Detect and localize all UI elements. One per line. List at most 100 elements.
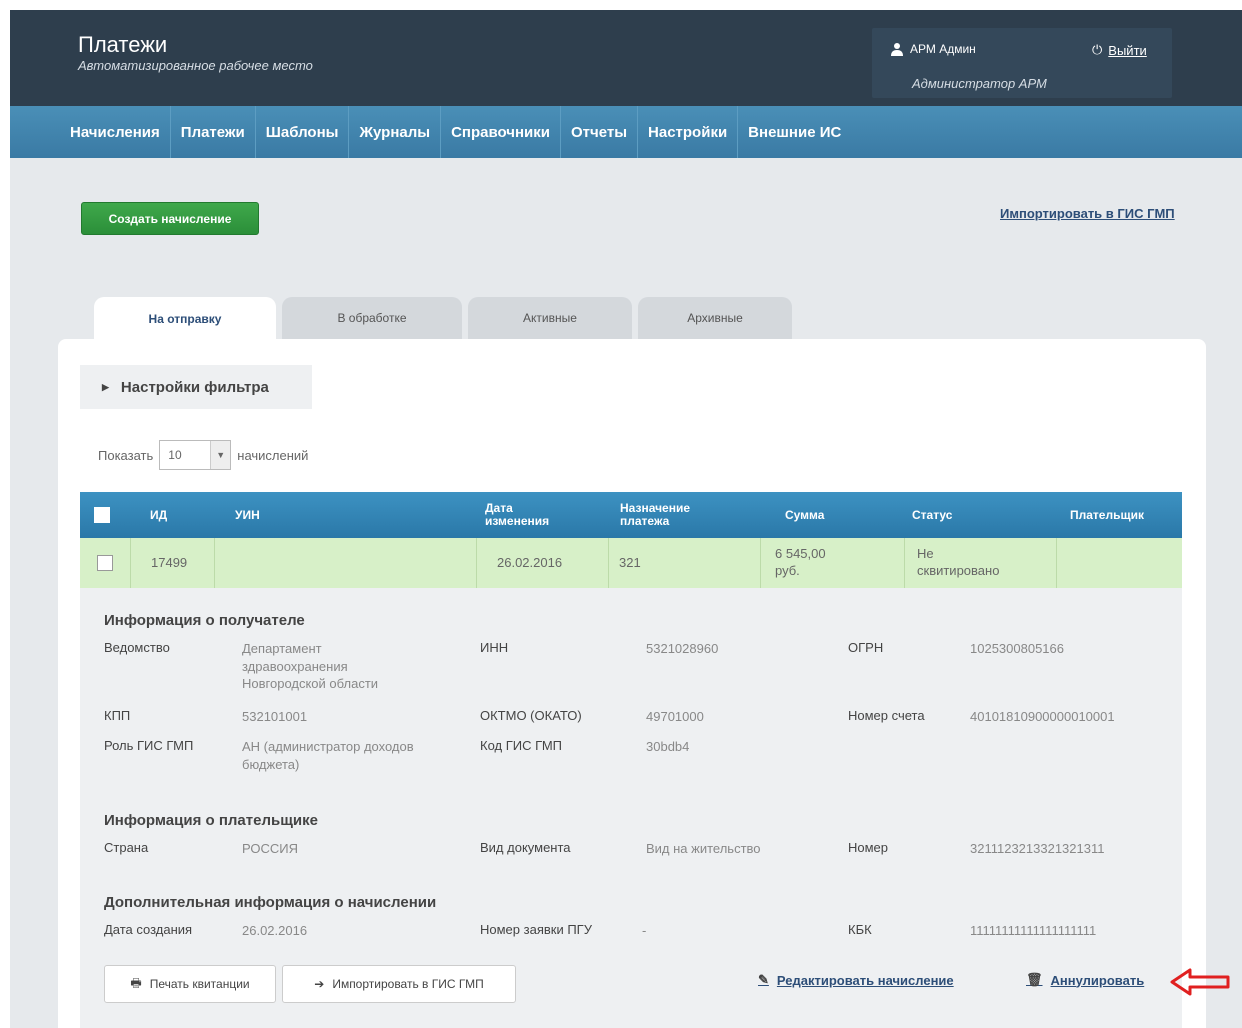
inn-label: ИНН bbox=[480, 640, 509, 655]
kpp-label: КПП bbox=[104, 708, 131, 723]
menu-item-payments[interactable]: Платежи bbox=[171, 106, 256, 158]
page-size-row: Показать 10 ▼ начислений bbox=[98, 440, 308, 470]
menu-item-directories[interactable]: Справочники bbox=[441, 106, 561, 158]
tab-to-send[interactable]: На отправку bbox=[94, 297, 276, 341]
code-value: 30bdb4 bbox=[646, 739, 690, 754]
account-label: Номер счета bbox=[848, 708, 925, 723]
app-title: Платежи bbox=[78, 32, 168, 57]
menu-item-reports[interactable]: Отчеты bbox=[561, 106, 639, 158]
page-size-value: 10 bbox=[168, 448, 182, 462]
user-icon bbox=[891, 43, 903, 56]
cell-status: Не сквитировано bbox=[904, 538, 1056, 588]
printer-icon: 🖶 bbox=[130, 975, 142, 990]
recipient-section-title: Информация о получателе bbox=[104, 612, 305, 629]
app-subtitle: Автоматизированное рабочее место bbox=[78, 58, 313, 73]
select-all-cell bbox=[94, 492, 110, 538]
power-icon: ⏻ bbox=[1092, 42, 1103, 57]
import-gis-link[interactable]: Импортировать в ГИС ГМП bbox=[1000, 206, 1175, 221]
menu-item-templates[interactable]: Шаблоны bbox=[256, 106, 350, 158]
extra-section-title: Дополнительная информация о начислении bbox=[104, 894, 437, 911]
filter-settings-toggle[interactable]: ▶ Настройки фильтра bbox=[80, 365, 312, 409]
select-all-checkbox[interactable] bbox=[94, 507, 110, 523]
column-header-id[interactable]: ИД bbox=[150, 492, 167, 538]
user-role: Администратор АРМ bbox=[912, 76, 1047, 91]
column-header-amount[interactable]: Сумма bbox=[785, 492, 824, 538]
cell-uin bbox=[214, 538, 476, 588]
oktmo-label: ОКТМО (ОКАТО) bbox=[480, 708, 582, 723]
create-accrual-button[interactable]: Создать начисление bbox=[81, 202, 259, 235]
doctype-value: Вид на жительство bbox=[646, 841, 761, 856]
role-label: Роль ГИС ГМП bbox=[104, 738, 194, 753]
inn-value: 5321028960 bbox=[646, 641, 719, 656]
ogrn-label: ОГРН bbox=[848, 640, 884, 655]
triangle-right-icon: ▶ bbox=[102, 381, 109, 392]
user-panel: АРМ Админ Администратор АРМ ⏻ Выйти bbox=[872, 28, 1172, 98]
app-header: Платежи Автоматизированное рабочее место… bbox=[10, 10, 1242, 106]
tab-active[interactable]: Активные bbox=[468, 297, 632, 339]
number-label: Номер bbox=[848, 840, 889, 855]
cell-purpose: 321 bbox=[608, 538, 760, 588]
red-arrow-icon bbox=[1170, 968, 1230, 996]
dept-label: Ведомство bbox=[104, 640, 170, 655]
main-menu: Начисления Платежи Шаблоны Журналы Справ… bbox=[10, 106, 1242, 158]
table-header: ИД УИН Дата изменения Назначение платежа… bbox=[80, 492, 1182, 538]
row-checkbox-cell bbox=[80, 538, 130, 588]
menu-item-accruals[interactable]: Начисления bbox=[60, 106, 171, 158]
cell-date: 26.02.2016 bbox=[476, 538, 608, 588]
cell-amount: 6 545,00 руб. bbox=[760, 538, 904, 588]
cancel-accrual-link[interactable]: 🗑 Аннулировать bbox=[1026, 972, 1144, 988]
print-receipt-label: Печать квитанции bbox=[149, 977, 250, 991]
pencil-icon: ✎ bbox=[758, 972, 769, 987]
cell-id: 17499 bbox=[130, 538, 214, 588]
country-value: РОССИЯ bbox=[242, 841, 299, 856]
kbk-value: 11111111111111111111 bbox=[970, 923, 1097, 938]
column-header-date[interactable]: Дата изменения bbox=[485, 492, 575, 538]
column-header-uin[interactable]: УИН bbox=[235, 492, 260, 538]
pgu-value: - bbox=[642, 923, 647, 938]
logout-link[interactable]: Выйти bbox=[1108, 43, 1147, 58]
app-window: Платежи Автоматизированное рабочее место… bbox=[10, 10, 1242, 1028]
unit-label: начислений bbox=[237, 447, 309, 463]
print-receipt-button[interactable]: 🖶 Печать квитанции bbox=[104, 965, 276, 1003]
column-header-status[interactable]: Статус bbox=[912, 492, 952, 538]
pgu-label: Номер заявки ПГУ bbox=[480, 922, 592, 937]
menu-item-journals[interactable]: Журналы bbox=[349, 106, 442, 158]
country-label: Страна bbox=[104, 840, 149, 855]
account-value: 40101810900000010001 bbox=[970, 709, 1115, 724]
trash-icon: 🗑 bbox=[1026, 972, 1043, 987]
column-header-purpose[interactable]: Назначение платежа bbox=[620, 492, 730, 538]
page-size-select[interactable]: 10 ▼ bbox=[159, 440, 232, 470]
created-label: Дата создания bbox=[104, 922, 193, 937]
cell-payer bbox=[1056, 538, 1182, 588]
cancel-accrual-label: Аннулировать bbox=[1050, 972, 1145, 988]
filter-settings-label: Настройки фильтра bbox=[120, 378, 269, 396]
ogrn-value: 1025300805166 bbox=[970, 641, 1064, 656]
edit-accrual-link[interactable]: ✎ Редактировать начисление bbox=[758, 972, 954, 988]
created-value: 26.02.2016 bbox=[242, 923, 308, 938]
tab-archive[interactable]: Архивные bbox=[638, 297, 792, 339]
row-checkbox[interactable] bbox=[97, 555, 113, 571]
table-row[interactable]: 17499 26.02.2016 321 6 545,00 руб. Не ск… bbox=[80, 538, 1182, 588]
logout-button[interactable]: ⏻ Выйти bbox=[1092, 42, 1147, 58]
menu-item-external-is[interactable]: Внешние ИС bbox=[738, 106, 851, 158]
user-name[interactable]: АРМ Админ bbox=[890, 42, 976, 56]
doctype-label: Вид документа bbox=[480, 840, 571, 855]
menu-item-settings[interactable]: Настройки bbox=[638, 106, 739, 158]
dept-value: Департамент здравоохранения Новгородской… bbox=[242, 641, 379, 692]
number-value: 3211123213321321311 bbox=[970, 841, 1105, 856]
payer-section-title: Информация о плательщике bbox=[104, 812, 318, 829]
show-label: Показать bbox=[98, 447, 154, 463]
user-name-label: АРМ Админ bbox=[910, 42, 976, 56]
import-gis-button[interactable]: ➔ Импортировать в ГИС ГМП bbox=[282, 965, 516, 1003]
edit-accrual-label: Редактировать начисление bbox=[776, 972, 954, 988]
tab-processing[interactable]: В обработке bbox=[282, 297, 462, 339]
arrow-right-icon: ➔ bbox=[314, 977, 325, 991]
kpp-value: 532101001 bbox=[242, 709, 308, 724]
oktmo-value: 49701000 bbox=[646, 709, 704, 724]
kbk-label: КБК bbox=[848, 922, 872, 937]
column-header-payer[interactable]: Плательщик bbox=[1070, 492, 1144, 538]
import-gis-button-label: Импортировать в ГИС ГМП bbox=[332, 977, 484, 991]
chevron-down-icon[interactable]: ▼ bbox=[210, 441, 231, 469]
role-value: АН (администратор доходов бюджета) bbox=[242, 739, 414, 772]
code-label: Код ГИС ГМП bbox=[480, 738, 563, 753]
